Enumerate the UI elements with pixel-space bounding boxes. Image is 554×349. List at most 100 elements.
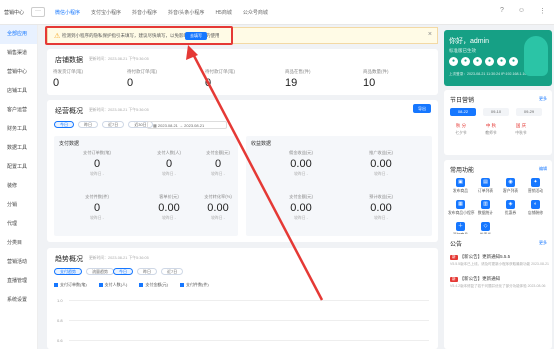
top-nav-item[interactable]: 微信小程序 <box>55 9 80 16</box>
announcements-more-link[interactable]: 更多 <box>539 240 547 246</box>
top-nav-item[interactable]: 支付宝小程序 <box>91 9 121 16</box>
tab-traffic-trend[interactable]: 流量趋势 <box>86 268 114 275</box>
date-range-picker[interactable]: ▦ 2023.08.21 → 2023.08.21 <box>147 121 227 129</box>
tab-pay-trend[interactable]: 支付趋势 <box>54 268 82 275</box>
sidebar-item[interactable]: 直播管理 <box>0 272 37 291</box>
announcement-item[interactable]: 新【新公告】更新通知5.5.5 V5.5.5版本已上线，请及时更新小程序获取最新… <box>450 254 550 267</box>
overview-updated: 更新时间：2023-08-21 下午5:36:05 <box>89 108 149 112</box>
announcement-title: 【新公告】更新通知5.5.5 <box>459 254 511 259</box>
legend-item[interactable]: 支付金额(元) <box>139 282 168 288</box>
profit-data-title: 收益数据 <box>251 141 272 147</box>
tab-today[interactable]: 今日 <box>54 121 74 128</box>
sidebar-item[interactable]: 装修 <box>0 177 37 196</box>
pay-metric: 支付转化率(%) 0.00 较昨日 - <box>196 194 240 221</box>
tab-yesterday[interactable]: 昨日 <box>78 121 98 128</box>
metric-value: 0.00 <box>207 202 229 214</box>
top-nav-item[interactable]: 公众号商城 <box>243 9 268 16</box>
sidebar-item[interactable]: 店铺工具 <box>0 82 37 101</box>
trend-mode-tabs: 支付趋势 流量趋势 <box>54 268 114 275</box>
holiday-item[interactable]: 秋 分 七夕节 <box>450 123 472 136</box>
sidebar-item[interactable]: 营销中心 <box>0 63 37 82</box>
trend-period-tabs: 今日 昨日 近7日 <box>113 268 184 275</box>
tab-today[interactable]: 今日 <box>113 268 133 275</box>
tab-yesterday[interactable]: 昨日 <box>137 268 157 275</box>
legend-item[interactable]: 支付件数(件) <box>180 282 209 288</box>
help-icon[interactable]: ? <box>500 7 504 15</box>
sidebar-item[interactable]: 销售渠道 <box>0 44 37 63</box>
official-account-icon[interactable]: ● <box>509 57 518 66</box>
holiday-date[interactable]: 08-22 <box>450 108 476 116</box>
metric-compare: 较昨日 - <box>211 216 225 220</box>
function-item[interactable]: ◈ 优惠券 <box>498 200 523 216</box>
function-item[interactable]: ▥ 数据统计 <box>473 200 498 216</box>
trend-updated: 更新时间：2023-08-21 下午5:36:05 <box>89 256 149 260</box>
sidebar-item[interactable]: 财务工具 <box>0 120 37 139</box>
metric-label: 支付金额(元) <box>289 194 313 199</box>
sidebar-item[interactable]: 分类目 <box>0 234 37 253</box>
function-item[interactable]: ◐ 店铺装修 <box>523 200 548 216</box>
sidebar-item[interactable]: 数据工具 <box>0 139 37 158</box>
grid-line <box>69 320 429 321</box>
sidebar-item-all-apps[interactable]: 全部应用 <box>0 25 37 44</box>
holiday-item[interactable]: 中 秋 教师节 <box>480 123 502 136</box>
function-item[interactable]: ▣ 发布商品 <box>448 178 473 194</box>
export-button[interactable]: 导出 <box>413 104 431 113</box>
overview-title: 经营概况 <box>55 108 83 115</box>
store-stat-value: 10 <box>363 77 376 89</box>
metric-compare: 较昨日 - <box>294 172 308 176</box>
store-stat-label: 待发货订单(笔) <box>53 69 83 74</box>
sidebar-item[interactable]: 分销 <box>0 196 37 215</box>
function-item[interactable]: ✦ 营销活动 <box>523 178 548 194</box>
pay-metric: 支付件数(件) 0 较昨日 - <box>62 194 132 221</box>
app-grid-button[interactable]: ··· <box>31 7 45 17</box>
top-nav: 微信小程序 支付宝小程序 抖音小程序 抖音/头条小程序 H5商城 公众号商城 <box>55 9 268 16</box>
holiday-name: 七夕节 <box>455 131 467 135</box>
close-icon[interactable]: × <box>428 31 432 38</box>
tab-7days[interactable]: 近7日 <box>161 268 184 275</box>
holiday-item[interactable]: 国 庆 中秋节 <box>510 123 532 136</box>
legend-label: 支付订单数(笔) <box>60 282 87 287</box>
login-meta: 上次登录：2023-08-21 11:30:24 IP:192.168.1.10… <box>449 72 529 76</box>
sidebar-item[interactable]: 代理 <box>0 215 37 234</box>
holiday-date[interactable]: 09-10 <box>483 108 509 116</box>
function-item[interactable]: ◉ 客户列表 <box>498 178 523 194</box>
alipay-icon[interactable]: ● <box>461 57 470 66</box>
function-item[interactable]: ▤ 订单列表 <box>473 178 498 194</box>
legend-item[interactable]: 支付人数(人) <box>98 282 127 288</box>
top-nav-item[interactable]: H5商城 <box>215 9 231 16</box>
legend-item[interactable]: 支付订单数(笔) <box>54 282 87 288</box>
holiday-badge: 秋 分 <box>455 123 467 128</box>
sidebar-item[interactable]: 配置工具 <box>0 158 37 177</box>
function-label: 营销活动 <box>527 189 544 193</box>
pay-metric: 支付订单数(笔) 0 较昨日 - <box>62 150 132 177</box>
top-nav-item[interactable]: 抖音小程序 <box>132 9 157 16</box>
user-icon[interactable]: ☺ <box>518 7 525 15</box>
announcement-desc: V5.4.2版本修复了若干问题并优化了部分功能体验 2023-08-06 <box>450 284 546 288</box>
metric-label: 客单价(元) <box>159 194 179 199</box>
notice-action-button[interactable]: 去填写 <box>185 32 207 40</box>
sidebar-item[interactable]: 系统设置 <box>0 291 37 310</box>
tab-7days[interactable]: 近7日 <box>102 121 125 128</box>
sidebar-item[interactable]: 营销活动 <box>0 253 37 272</box>
function-label: 数据统计 <box>477 211 494 215</box>
top-nav-item[interactable]: 抖音/头条小程序 <box>168 9 204 16</box>
metric-label: 佣金收益(元) <box>289 150 313 155</box>
more-icon[interactable]: ⋮ <box>539 7 546 15</box>
wechat-icon[interactable]: ● <box>449 57 458 66</box>
function-item[interactable]: ▦ 发布商品小程序 <box>448 200 475 216</box>
holiday-dates: 08-22 09-10 09-29 <box>450 108 542 116</box>
holiday-more-link[interactable]: 更多 <box>539 96 547 102</box>
functions-edit-link[interactable]: 编辑 <box>539 166 547 172</box>
store-stat-value: 0 <box>53 77 60 89</box>
metric-value: 0 <box>214 158 222 170</box>
sidebar-item[interactable]: 客户运营 <box>0 101 37 120</box>
toutiao-icon[interactable]: ● <box>485 57 494 66</box>
h5-icon[interactable]: ● <box>497 57 506 66</box>
douyin-icon[interactable]: ● <box>473 57 482 66</box>
holiday-date[interactable]: 09-29 <box>516 108 542 116</box>
function-label: 订单列表 <box>477 189 494 193</box>
announcement-item[interactable]: 新【新公告】更新通知 V5.4.2版本修复了若干问题并优化了部分功能体验 202… <box>450 276 550 289</box>
coupon-icon: ◈ <box>506 200 515 209</box>
legend-label: 支付件数(件) <box>186 282 209 287</box>
platform-icons: ● ● ● ● ● ● <box>449 57 518 66</box>
